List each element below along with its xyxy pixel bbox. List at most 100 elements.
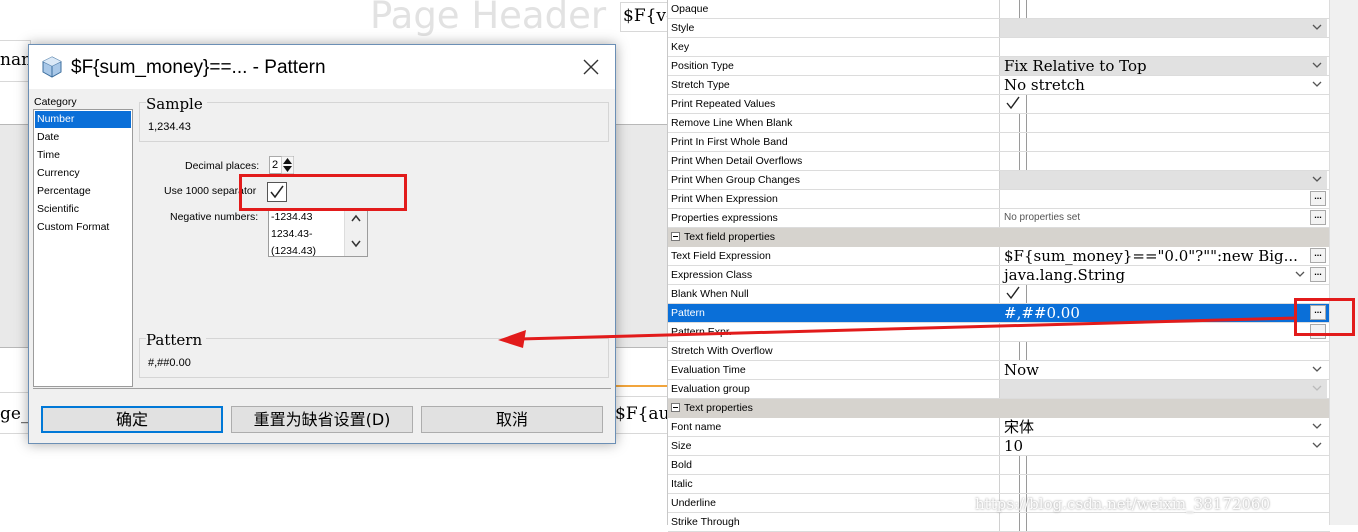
property-sheet: Opaque Style Key Position Type Fix Relat… [667, 0, 1330, 532]
prop-row-key[interactable]: Key [668, 38, 1330, 57]
prop-value[interactable] [999, 114, 1327, 132]
ellipsis-button[interactable]: ... [1310, 191, 1326, 206]
negative-list-scrollbar[interactable] [344, 209, 367, 256]
evaluation-time-dropdown[interactable]: Now [999, 361, 1327, 379]
category-item-number[interactable]: Number [35, 111, 131, 128]
prop-label: Evaluation group [671, 383, 750, 395]
dialog-titlebar[interactable]: $F{sum_money}==... - Pattern [29, 45, 615, 89]
pattern-value[interactable]: #,##0.00 ... [999, 304, 1327, 322]
section-label: Text properties [684, 402, 753, 414]
reset-default-button[interactable]: 重置为缺省设置(D) [231, 406, 413, 433]
prop-value[interactable] [999, 133, 1327, 151]
collapse-icon[interactable] [671, 232, 680, 241]
cancel-button[interactable]: 取消 [421, 406, 603, 433]
prop-row-font-name[interactable]: Font name 宋体 [668, 418, 1330, 437]
negative-option[interactable]: -1234.43 [271, 211, 312, 223]
stretch-type-dropdown[interactable]: No stretch [999, 76, 1327, 94]
category-list[interactable]: Number Date Time Currency Percentage Sci… [33, 109, 133, 387]
prop-value-text: No properties set [1004, 212, 1081, 223]
ok-button[interactable]: 确定 [41, 406, 223, 433]
spinner-arrows-icon[interactable] [281, 156, 294, 174]
prop-row-pattern-expr[interactable]: Pattern Expr. [668, 323, 1330, 342]
category-item-time[interactable]: Time [35, 147, 131, 164]
designer-field-left-top[interactable]: nam [0, 40, 31, 82]
prop-value[interactable] [999, 456, 1327, 474]
negative-numbers-label: Negative numbers: [170, 211, 259, 223]
prop-row-print-repeated[interactable]: Print Repeated Values [668, 95, 1330, 114]
prop-row-size[interactable]: Size 10 [668, 437, 1330, 456]
prop-value[interactable] [999, 152, 1327, 170]
ellipsis-button[interactable]: ... [1310, 248, 1326, 263]
property-scrollbar[interactable] [1329, 0, 1358, 525]
collapse-icon[interactable] [671, 403, 680, 412]
section-text-properties[interactable]: Text properties [668, 399, 1330, 418]
prop-value-text: $F{sum_money}=="0.0"?"":new Big... [1004, 247, 1298, 265]
prop-row-blank-when-null[interactable]: Blank When Null [668, 285, 1330, 304]
prop-row-print-when-expression[interactable]: Print When Expression ... [668, 190, 1330, 209]
category-item-scientific[interactable]: Scientific [35, 201, 131, 218]
prop-row-remove-line[interactable]: Remove Line When Blank [668, 114, 1330, 133]
prop-value[interactable] [999, 38, 1327, 56]
expression-class-dropdown[interactable]: java.lang.String ... [999, 266, 1327, 284]
chevron-down-icon [1312, 423, 1322, 429]
annotation-box-pattern-button [1294, 298, 1355, 336]
prop-row-strike-through[interactable]: Strike Through [668, 513, 1330, 532]
prop-row-pattern[interactable]: Pattern #,##0.00 ... [668, 304, 1330, 323]
category-item-percentage[interactable]: Percentage [35, 183, 131, 200]
pattern-dialog: $F{sum_money}==... - Pattern Category Nu… [28, 44, 616, 444]
category-item-date[interactable]: Date [35, 129, 131, 146]
category-item-currency[interactable]: Currency [35, 165, 131, 182]
prop-label: Strike Through [671, 516, 740, 528]
prop-value[interactable] [999, 513, 1327, 531]
negative-option[interactable]: 1234.43- [271, 228, 312, 240]
prop-row-evaluation-time[interactable]: Evaluation Time Now [668, 361, 1330, 380]
blank-when-null-checkbox[interactable] [999, 285, 1327, 303]
prop-row-position-type[interactable]: Position Type Fix Relative to Top [668, 57, 1330, 76]
prop-value[interactable] [999, 342, 1327, 360]
ellipsis-button[interactable]: ... [1310, 210, 1326, 225]
prop-value[interactable] [999, 475, 1327, 493]
chevron-down-icon[interactable] [351, 240, 361, 248]
group-changes-dropdown[interactable] [999, 171, 1327, 189]
negative-option[interactable]: (1234.43) [271, 245, 316, 256]
prop-row-print-first-band[interactable]: Print In First Whole Band [668, 133, 1330, 152]
ellipsis-button[interactable]: ... [1310, 267, 1326, 282]
prop-row-style[interactable]: Style [668, 19, 1330, 38]
designer-field-left-bottom[interactable]: ge_ [0, 392, 31, 434]
prop-row-italic[interactable]: Italic [668, 475, 1330, 494]
prop-row-expression-class[interactable]: Expression Class java.lang.String ... [668, 266, 1330, 285]
evaluation-group-dropdown[interactable] [999, 380, 1327, 398]
negative-numbers-list[interactable]: -1234.43 1234.43- (1234.43) [268, 208, 368, 257]
category-item-custom-format[interactable]: Custom Format [35, 219, 131, 236]
prop-label: Evaluation Time [671, 364, 746, 376]
style-dropdown[interactable] [999, 19, 1327, 37]
designer-field-bottom[interactable]: $F{aud [612, 396, 671, 434]
chevron-up-icon[interactable] [351, 214, 361, 222]
print-repeated-checkbox[interactable] [999, 95, 1327, 113]
prop-row-properties-expressions[interactable]: Properties expressions No properties set… [668, 209, 1330, 228]
prop-row-evaluation-group[interactable]: Evaluation group [668, 380, 1330, 399]
close-icon[interactable] [579, 55, 603, 79]
prop-value[interactable] [999, 0, 1327, 18]
prop-value[interactable]: No properties set ... [999, 209, 1327, 227]
font-name-dropdown[interactable]: 宋体 [999, 418, 1327, 436]
prop-row-print-group-changes[interactable]: Print When Group Changes [668, 171, 1330, 190]
prop-row-print-detail-overflows[interactable]: Print When Detail Overflows [668, 152, 1330, 171]
chevron-down-icon [1312, 81, 1322, 87]
prop-value[interactable]: ... [999, 190, 1327, 208]
prop-label: Opaque [671, 3, 709, 15]
size-dropdown[interactable]: 10 [999, 437, 1327, 455]
prop-row-text-field-expression[interactable]: Text Field Expression $F{sum_money}=="0.… [668, 247, 1330, 266]
decimal-places-value: 2 [272, 159, 279, 171]
prop-row-opaque[interactable]: Opaque [668, 0, 1330, 19]
button-divider [33, 388, 611, 389]
position-type-dropdown[interactable]: Fix Relative to Top [999, 57, 1327, 75]
prop-row-stretch-overflow[interactable]: Stretch With Overflow [668, 342, 1330, 361]
prop-row-stretch-type[interactable]: Stretch Type No stretch [668, 76, 1330, 95]
designer-field-left-top-text: nam [0, 50, 30, 70]
prop-value[interactable] [999, 323, 1327, 341]
prop-row-bold[interactable]: Bold [668, 456, 1330, 475]
section-text-field-properties[interactable]: Text field properties [668, 228, 1330, 247]
prop-value[interactable]: $F{sum_money}=="0.0"?"":new Big... ... [999, 247, 1327, 265]
sample-group: Sample 1,234.43 [139, 95, 609, 142]
